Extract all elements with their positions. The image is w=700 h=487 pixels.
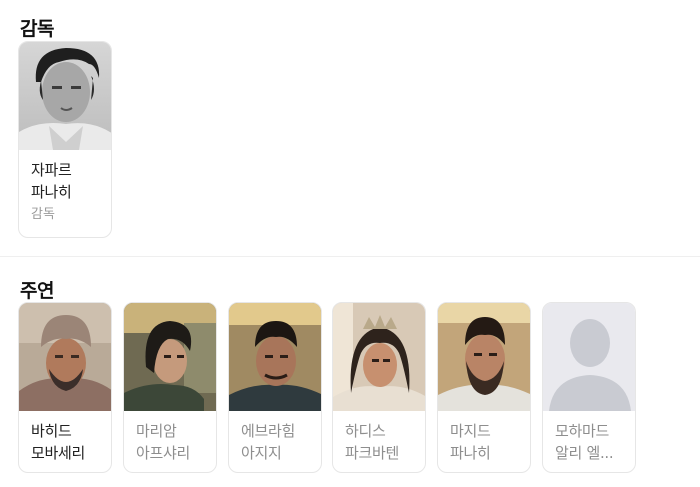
section-divider xyxy=(0,256,700,257)
cast-name: 하디스 파크바텐 xyxy=(345,422,400,462)
director-name: 자파르 파나히 xyxy=(31,161,72,201)
default-avatar-icon xyxy=(543,303,635,411)
cast-name: 마지드 파나히 xyxy=(450,422,491,462)
cast-card[interactable]: 하디스 파크바텐 xyxy=(332,302,426,473)
director-section-title: 감독 xyxy=(20,18,54,40)
director-card[interactable]: 자파르 파나히 감독 xyxy=(18,41,112,238)
cast-card[interactable]: 바히드 모바세리 xyxy=(18,302,112,473)
cast-photo xyxy=(124,303,216,411)
cast-photo xyxy=(229,303,321,411)
director-role: 감독 xyxy=(31,207,55,222)
cast-photo xyxy=(19,303,111,411)
cast-card[interactable]: 에브라힘 아지지 xyxy=(228,302,322,473)
cast-name: 에브라힘 아지지 xyxy=(241,422,296,462)
cast-name: 바히드 모바세리 xyxy=(31,422,86,462)
cast-photo xyxy=(438,303,530,411)
cast-section-title: 주연 xyxy=(20,280,54,302)
cast-name: 모하마드 알리 엘... xyxy=(555,422,614,462)
director-photo xyxy=(19,42,111,150)
cast-name: 마리암 아프샤리 xyxy=(136,422,191,462)
cast-card[interactable]: 마지드 파나히 xyxy=(437,302,531,473)
cast-photo xyxy=(333,303,425,411)
cast-card[interactable]: 모하마드 알리 엘... xyxy=(542,302,636,473)
cast-card[interactable]: 마리암 아프샤리 xyxy=(123,302,217,473)
